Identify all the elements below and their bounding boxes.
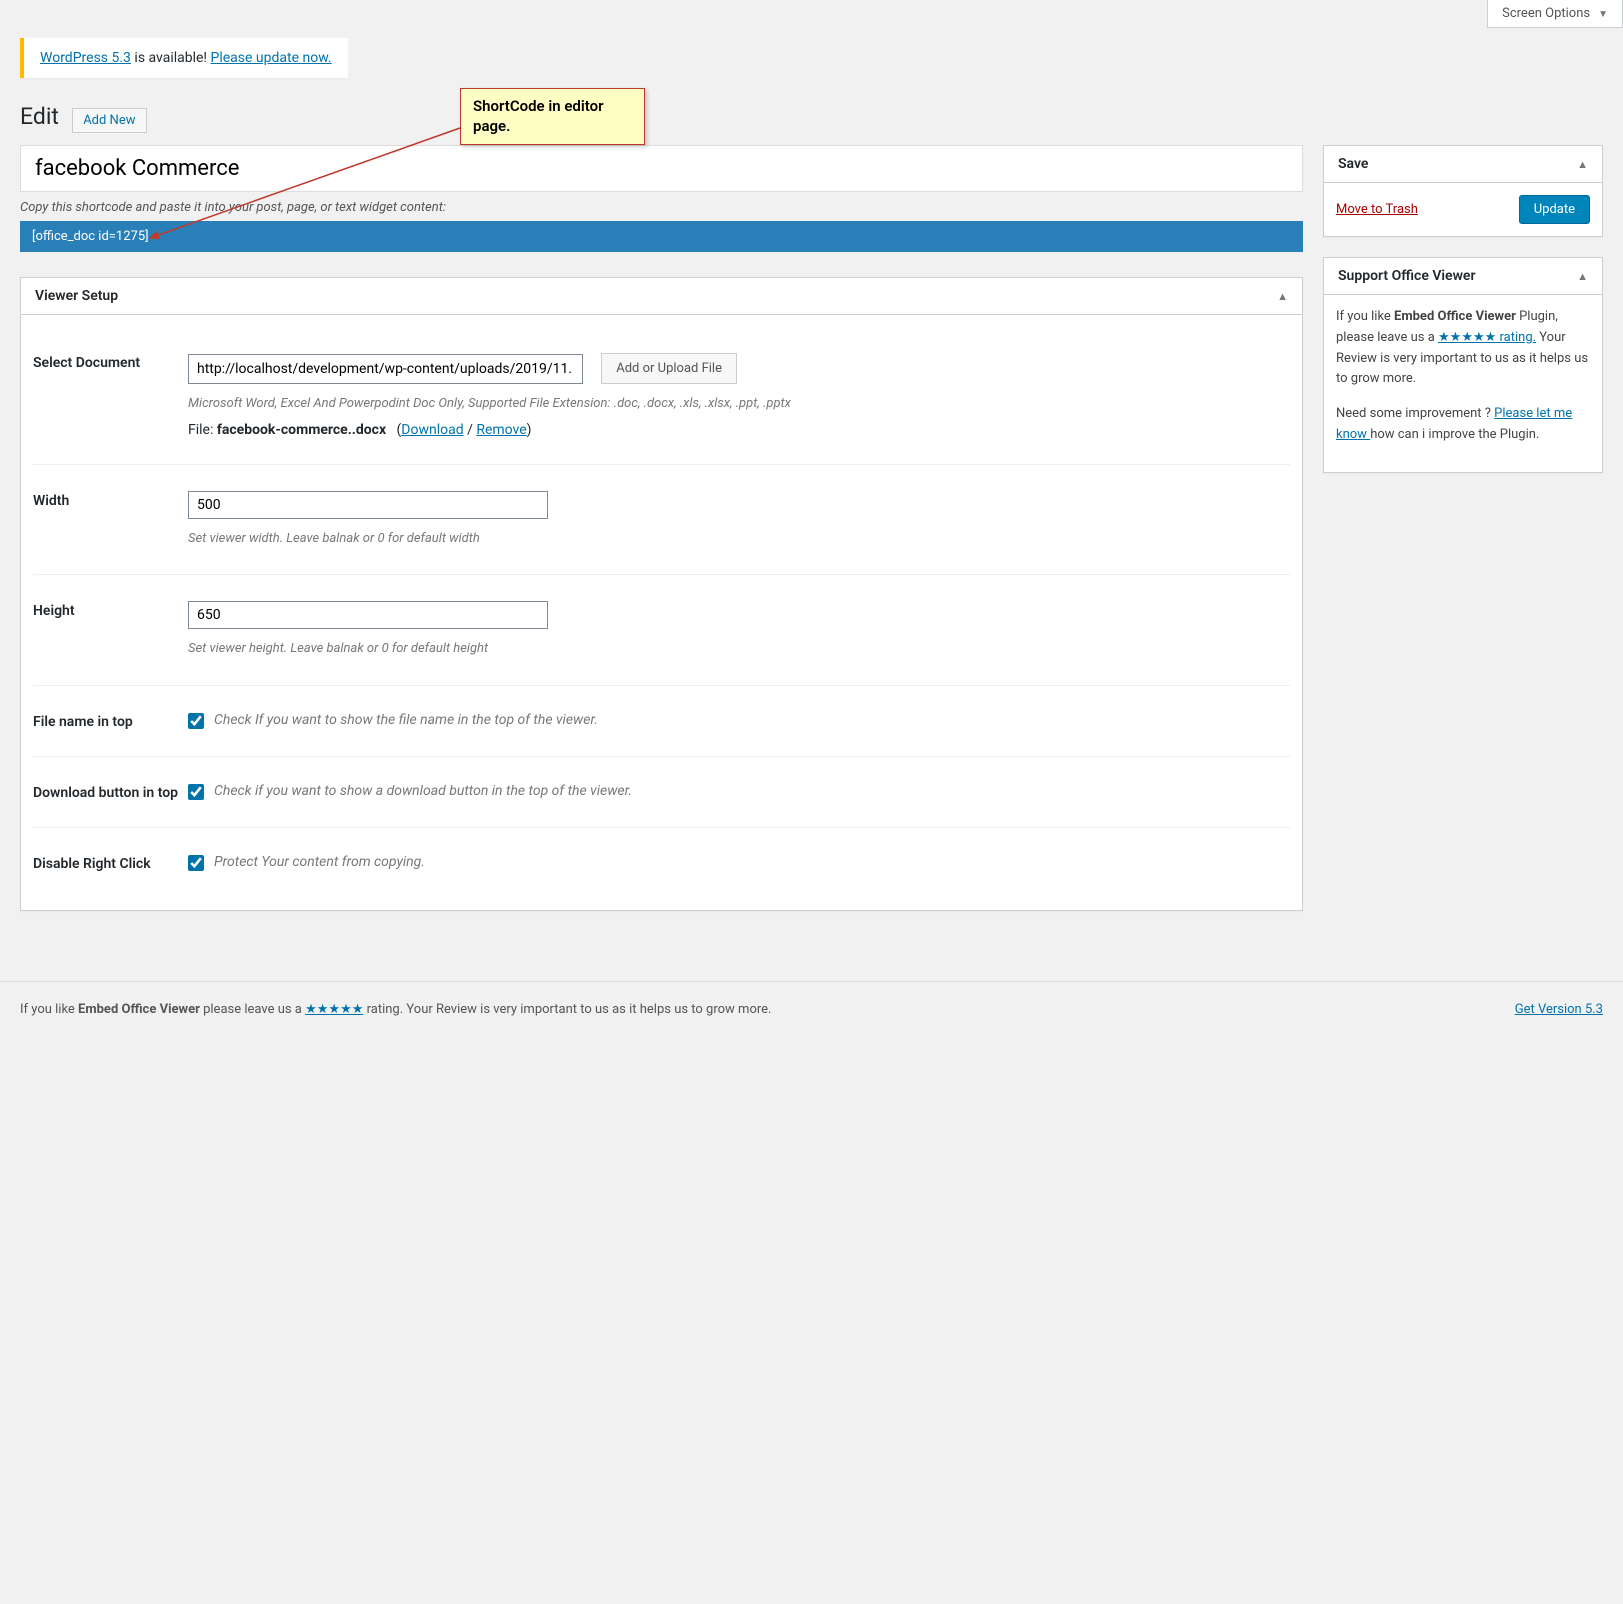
get-version-link[interactable]: Get Version 5.3 (1515, 1002, 1603, 1017)
footer-left: If you like Embed Office Viewer please l… (20, 1002, 771, 1017)
annotation-callout: ShortCode in editor page. (460, 88, 645, 145)
document-hint: Microsoft Word, Excel And Powerpodint Do… (188, 394, 1290, 414)
rating-link[interactable]: ★★★★★ rating. (1438, 330, 1536, 345)
filename-top-checkbox[interactable] (188, 713, 204, 729)
wordpress-update-link[interactable]: WordPress 5.3 (40, 50, 131, 66)
shortcode-hint: Copy this shortcode and paste it into yo… (20, 200, 1303, 215)
update-nag-text: is available! (131, 50, 211, 66)
filename-top-hint: Check If you want to show the file name … (214, 712, 598, 728)
disable-right-click-hint: Protect Your content from copying. (214, 854, 425, 870)
footer-rating-link[interactable]: ★★★★★ (305, 1002, 363, 1017)
remove-link[interactable]: Remove (476, 422, 526, 438)
move-to-trash-link[interactable]: Move to Trash (1336, 202, 1418, 217)
viewer-setup-toggle-icon[interactable]: ▲ (1277, 290, 1288, 303)
width-input[interactable] (188, 491, 548, 519)
support-para-1: If you like Embed Office Viewer Plugin, … (1336, 307, 1590, 390)
page-title: Edit (20, 103, 59, 130)
select-document-label: Select Document (33, 353, 188, 438)
support-toggle-icon[interactable]: ▲ (1577, 270, 1588, 283)
viewer-setup-heading: Viewer Setup (35, 288, 118, 304)
save-box: Save ▲ Move to Trash Update (1323, 145, 1603, 237)
width-hint: Set viewer width. Leave balnak or 0 for … (188, 529, 1290, 549)
please-update-link[interactable]: Please update now. (211, 50, 332, 66)
height-input[interactable] (188, 601, 548, 629)
add-new-button[interactable]: Add New (72, 108, 146, 133)
screen-options-button[interactable]: Screen Options (1487, 0, 1623, 28)
update-button[interactable]: Update (1519, 195, 1590, 224)
height-hint: Set viewer height. Leave balnak or 0 for… (188, 639, 1290, 659)
filename-top-label: File name in top (33, 712, 188, 730)
download-btn-top-label: Download button in top (33, 783, 188, 801)
post-title-input[interactable] (20, 145, 1303, 192)
update-nag: WordPress 5.3 is available! Please updat… (20, 38, 348, 78)
width-label: Width (33, 491, 188, 549)
support-para-2: Need some improvement ? Please let me kn… (1336, 404, 1590, 446)
height-label: Height (33, 601, 188, 659)
shortcode-display[interactable]: [office_doc id=1275] (20, 221, 1303, 252)
save-toggle-icon[interactable]: ▲ (1577, 158, 1588, 171)
disable-right-click-checkbox[interactable] (188, 855, 204, 871)
download-link[interactable]: Download (401, 422, 463, 438)
document-url-input[interactable] (188, 354, 583, 384)
download-btn-top-hint: Check if you want to show a download but… (214, 783, 632, 799)
save-heading: Save (1338, 156, 1368, 172)
support-heading: Support Office Viewer (1338, 268, 1476, 284)
disable-right-click-label: Disable Right Click (33, 854, 188, 872)
viewer-setup-box: Viewer Setup ▲ Select Document Add or Up… (20, 277, 1303, 911)
footer-bar: If you like Embed Office Viewer please l… (0, 981, 1623, 1037)
support-box: Support Office Viewer ▲ If you like Embe… (1323, 257, 1603, 473)
download-btn-top-checkbox[interactable] (188, 784, 204, 800)
file-info-line: File: facebook-commerce..docx (Download … (188, 422, 1290, 438)
add-upload-file-button[interactable]: Add or Upload File (601, 353, 737, 384)
